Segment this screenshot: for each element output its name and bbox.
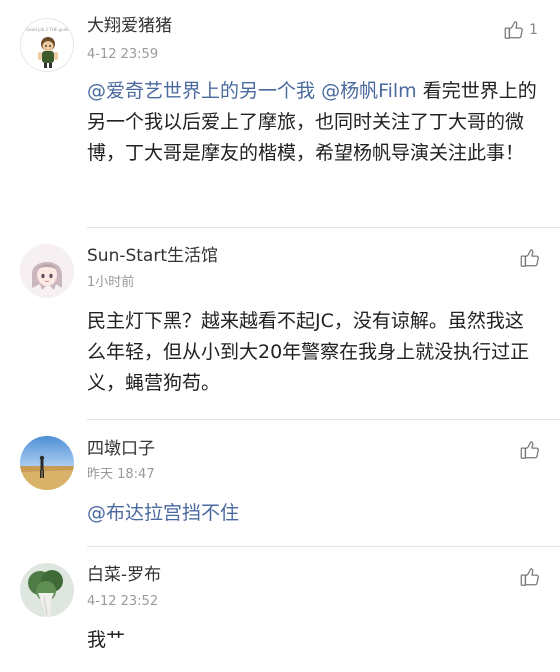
thumbs-up-icon [503,19,525,41]
avatar[interactable]: Good job 2 THE guide [20,18,74,72]
comment-time: 4-12 23:52 [87,594,159,609]
like-count: 1 [529,22,538,38]
comment-time: 昨天 18:47 [87,467,155,482]
comment-body: @布达拉宫挡不住 [87,498,537,529]
like-button[interactable] [519,438,541,462]
comment-body: @爱奇艺世界上的另一个我 @杨帆Film 看完世界上的另一个我以后爱上了摩旅，也… [87,76,537,169]
avatar[interactable] [20,563,74,617]
thumbs-up-icon [519,439,541,461]
comment-text-segment: 我艹 [87,629,126,651]
comment-time: 4-12 23:59 [87,47,159,62]
mention-link[interactable]: @杨帆Film [321,80,417,102]
comment-body: 我艹 [87,625,537,656]
desert-photo-avatar-icon [20,436,74,490]
cartoon-avatar-icon: Good job 2 THE guide [21,19,73,71]
comment-body: 民主灯下黑？越来越看不起JC，没有谅解。虽然我这么年轻，但从小到大20年警察在我… [87,306,537,399]
comment-item: 四墩口子 昨天 18:47 @布达拉宫挡不住 [0,420,560,547]
thumbs-up-icon [519,247,541,269]
comment-item: Sun-Start生活馆 1小时前 民主灯下黑？越来越看不起JC，没有谅解。虽然… [0,228,560,420]
like-button[interactable] [519,246,541,270]
comment-username[interactable]: 大翔爱猪猪 [87,16,172,36]
anime-girl-avatar-icon [20,244,74,298]
comment-username[interactable]: 四墩口子 [87,439,155,459]
avatar[interactable] [20,436,74,490]
mention-link[interactable]: @爱奇艺世界上的另一个我 [87,80,315,102]
comment-text-segment: 民主灯下黑？越来越看不起JC，没有谅解。虽然我这么年轻，但从小到大20年警察在我… [87,310,530,394]
comment-username[interactable]: 白菜-罗布 [87,565,161,585]
comment-item: 白菜-罗布 4-12 23:52 我艹 [0,547,560,672]
avatar-caption: Good job 2 THE guide [26,27,70,32]
like-button[interactable]: 1 [503,18,538,42]
comment-username[interactable]: Sun-Start生活馆 [87,246,218,266]
thumbs-up-icon [519,566,541,588]
comment-item: Good job 2 THE guide 大翔爱猪猪 4-12 23:59 1 … [0,0,560,228]
cabbage-photo-avatar-icon [20,563,74,617]
like-button[interactable] [519,565,541,589]
comment-time: 1小时前 [87,275,135,290]
avatar[interactable] [20,244,74,298]
mention-link[interactable]: @布达拉宫挡不住 [87,502,239,524]
